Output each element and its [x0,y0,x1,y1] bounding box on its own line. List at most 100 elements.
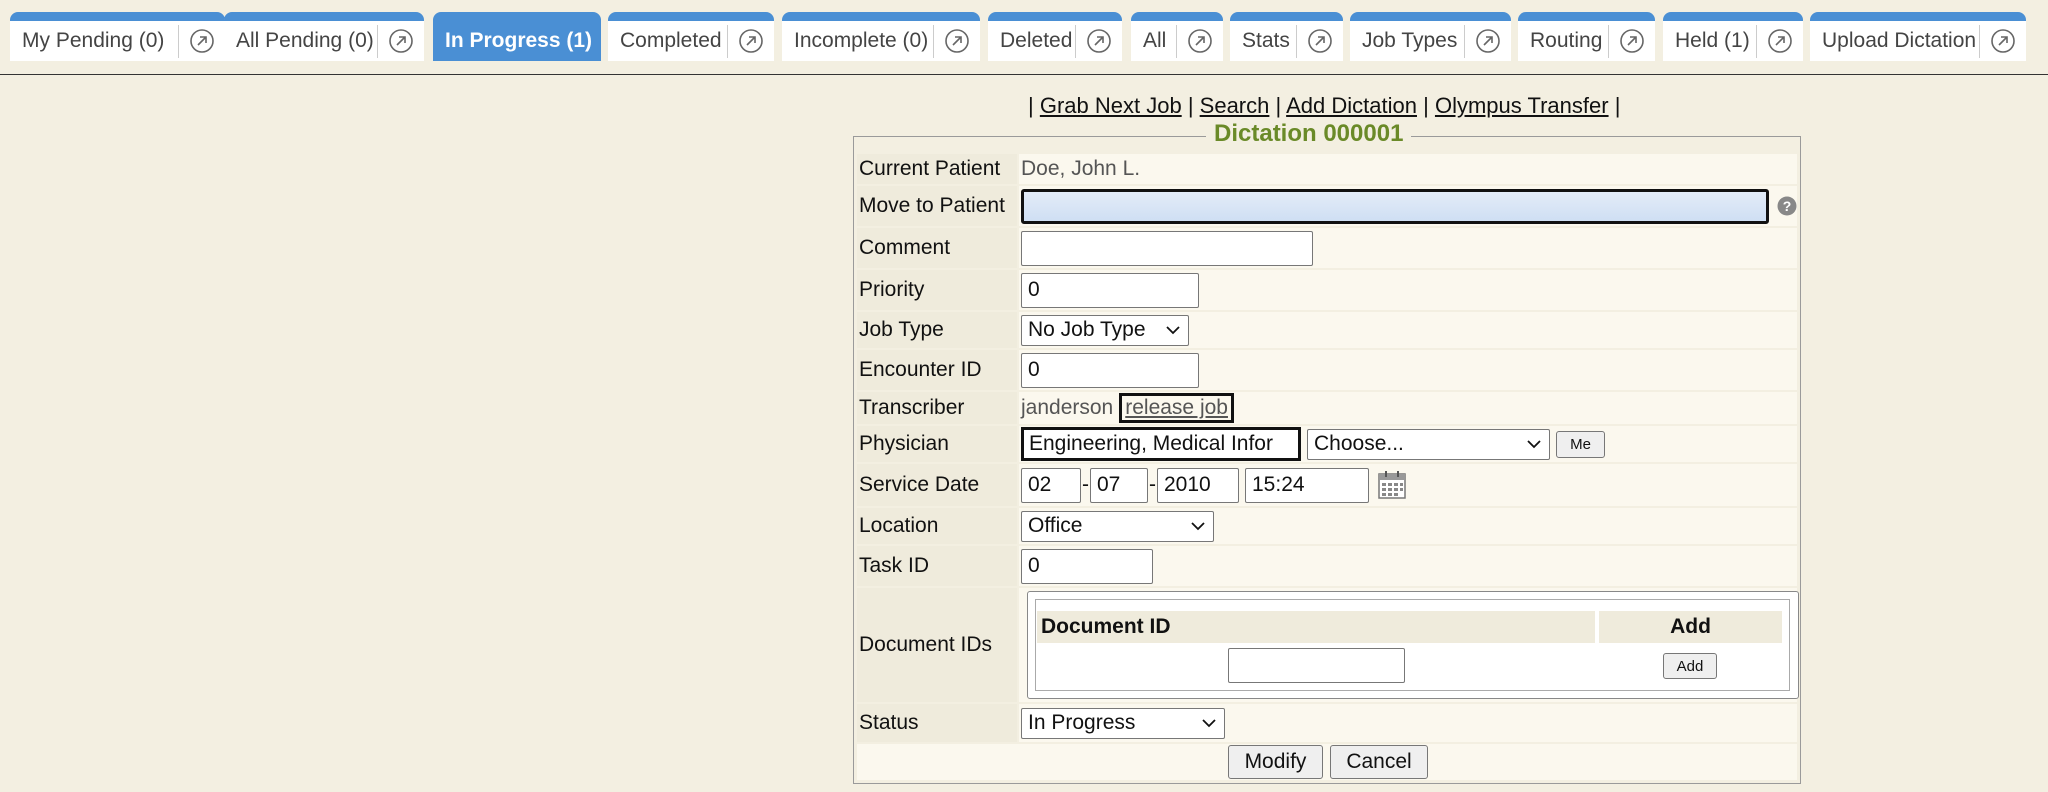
status-select[interactable]: In Progress [1021,707,1225,739]
chevron-down-icon [1191,522,1205,531]
help-icon[interactable]: ? [1777,196,1797,216]
transcriber-label: Transcriber [857,392,1017,424]
open-external-icon[interactable] [1756,24,1803,58]
service-date-label: Service Date [857,464,1017,506]
tab-label[interactable]: Job Types [1350,29,1464,53]
physician-choose-value: Choose... [1314,432,1404,455]
open-external-icon[interactable] [377,24,424,58]
separator: | [1275,93,1282,118]
open-external-icon[interactable] [933,24,980,58]
service-day-input[interactable] [1090,467,1148,503]
comment-input[interactable] [1021,230,1313,266]
status-label: Status [857,704,1017,742]
move-to-patient-label: Move to Patient [857,186,1017,226]
status-value: In Progress [1028,711,1136,734]
open-external-icon[interactable] [1176,24,1223,58]
location-label: Location [857,508,1017,544]
form-footer [857,744,1797,780]
location-value: Office [1028,514,1083,537]
tab-all[interactable]: All [1131,12,1223,61]
task-id-input[interactable] [1021,548,1153,584]
current-patient-label: Current Patient [857,154,1017,184]
tab-label[interactable]: Deleted [988,29,1075,53]
add-column-header: Add [1599,611,1782,643]
open-external-icon[interactable] [1464,24,1511,58]
tab-job-types[interactable]: Job Types [1350,12,1511,61]
document-ids-label: Document IDs [857,588,1017,702]
row-encounter-id: Encounter ID [857,350,1797,390]
service-time-input[interactable] [1245,467,1369,503]
physician-choose-select[interactable]: Choose... [1307,428,1550,460]
transcriber-value: janderson [1021,396,1114,419]
me-button[interactable]: Me [1556,430,1605,458]
calendar-icon[interactable] [1377,470,1407,500]
row-transcriber: Transcriber janderson release job [857,392,1797,424]
tab-stats[interactable]: Stats [1230,12,1343,61]
encounter-id-input[interactable] [1021,352,1199,388]
cancel-button[interactable]: Cancel [1330,745,1428,779]
tab-routing[interactable]: Routing [1518,12,1655,61]
row-current-patient: Current Patient Doe, John L. [857,154,1797,184]
job-type-value: No Job Type [1028,318,1146,341]
date-separator: - [1082,473,1089,496]
tab-label[interactable]: Completed [608,29,727,53]
chevron-down-icon [1527,440,1541,449]
tab-label[interactable]: Upload Dictation [1810,29,1979,53]
tab-incomplete[interactable]: Incomplete (0) [782,12,980,61]
separator: | [1423,93,1429,118]
open-external-icon[interactable] [727,24,774,58]
open-external-icon[interactable] [1296,24,1343,58]
tab-label[interactable]: My Pending (0) [10,29,178,53]
row-physician: Physician Engineering, Medical Infor Cho… [857,426,1797,462]
form-title: Dictation 000001 [1206,120,1412,148]
tab-label[interactable]: All Pending (0) [224,29,377,53]
tab-completed[interactable]: Completed [608,12,774,61]
tab-bar: My Pending (0) All Pending (0) In Progre… [0,0,2048,75]
job-type-select[interactable]: No Job Type [1021,314,1189,346]
physician-input[interactable]: Engineering, Medical Infor [1021,427,1301,461]
encounter-id-label: Encounter ID [857,350,1017,390]
document-id-column-header: Document ID [1037,611,1595,643]
tab-label[interactable]: In Progress (1) [433,29,601,53]
separator: | [1187,93,1194,118]
svg-text:?: ? [1783,198,1792,214]
action-links: | Grab Next Job | Search | Add Dictation… [1028,93,1620,119]
release-job-link[interactable]: release job [1119,393,1234,423]
tab-label[interactable]: Incomplete (0) [782,29,933,53]
tab-label[interactable]: Stats [1230,29,1296,53]
separator: | [1028,93,1034,118]
physician-label: Physician [857,426,1017,462]
tab-held[interactable]: Held (1) [1663,12,1803,61]
add-document-button[interactable]: Add [1663,653,1717,679]
search-link[interactable]: Search [1200,93,1270,118]
move-to-patient-input[interactable] [1021,188,1769,224]
service-year-input[interactable] [1157,467,1239,503]
tab-upload-dictation[interactable]: Upload Dictation [1810,12,2026,61]
document-id-input[interactable] [1228,648,1405,683]
grab-next-job-link[interactable]: Grab Next Job [1040,93,1182,118]
open-external-icon[interactable] [1979,24,2026,58]
row-location: Location Office [857,508,1797,544]
priority-input[interactable] [1021,272,1199,308]
tab-in-progress[interactable]: In Progress (1) [433,12,601,61]
open-external-icon[interactable] [1075,24,1122,58]
tab-all-pending[interactable]: All Pending (0) [224,12,424,61]
separator: | [1614,93,1621,118]
open-external-icon[interactable] [178,24,225,58]
open-external-icon[interactable] [1608,24,1655,58]
tab-label[interactable]: Held (1) [1663,29,1756,53]
row-service-date: Service Date - - [857,464,1797,506]
row-job-type: Job Type No Job Type [857,312,1797,348]
row-priority: Priority [857,270,1797,310]
modify-button[interactable]: Modify [1228,745,1323,779]
tab-deleted[interactable]: Deleted [988,12,1122,61]
service-month-input[interactable] [1021,467,1081,503]
add-dictation-link[interactable]: Add Dictation [1286,93,1417,118]
row-comment: Comment [857,228,1797,268]
tab-label[interactable]: All [1131,29,1176,53]
location-select[interactable]: Office [1021,510,1214,542]
task-id-label: Task ID [857,546,1017,586]
olympus-transfer-link[interactable]: Olympus Transfer [1435,93,1609,118]
tab-my-pending[interactable]: My Pending (0) [10,12,225,61]
tab-label[interactable]: Routing [1518,29,1608,53]
